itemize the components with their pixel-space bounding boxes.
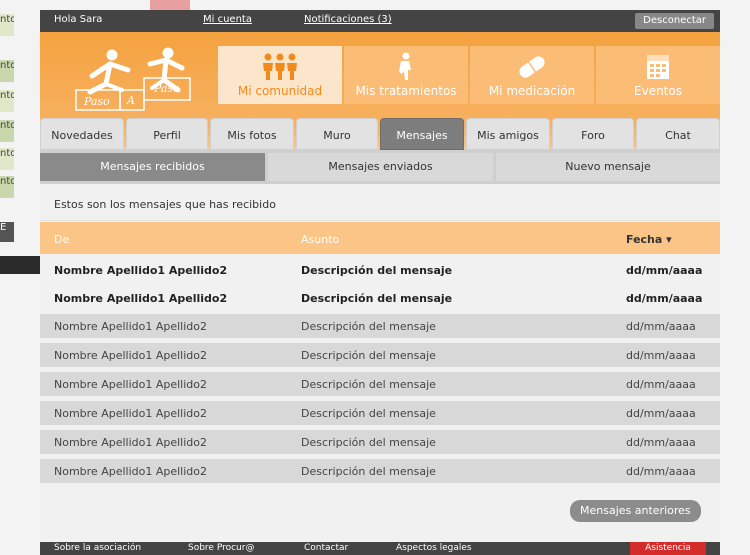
row-subject: Descripción del mensaje xyxy=(301,349,436,362)
column-header-from[interactable]: De xyxy=(54,233,69,246)
subtab-nuevo-mensaje[interactable]: Nuevo mensaje xyxy=(496,153,720,181)
row-from: Nombre Apellido1 Apellido2 xyxy=(54,378,208,391)
row-from: Nombre Apellido1 Apellido2 xyxy=(54,349,208,362)
tab-mensajes[interactable]: Mensajes xyxy=(380,118,464,150)
tab-perfil[interactable]: Perfil xyxy=(126,118,208,150)
row-date: dd/mm/aaaa xyxy=(626,349,696,362)
section-mi-comunidad[interactable]: Mi comunidad xyxy=(218,46,342,104)
inbox-intro: Estos son los mensajes que has recibido xyxy=(54,198,276,211)
row-date: dd/mm/aaaa xyxy=(626,436,696,449)
table-row[interactable]: Nombre Apellido1 Apellido2 Descripción d… xyxy=(40,430,720,454)
section-label: Eventos xyxy=(634,84,682,98)
row-date: dd/mm/aaaa xyxy=(626,465,696,478)
logo-word-3: Paso xyxy=(153,82,180,95)
logo-graphic: Paso A Paso xyxy=(75,47,191,111)
section-label: Mi medicación xyxy=(488,84,576,98)
row-date: dd/mm/aaaa xyxy=(626,292,703,305)
message-subtabs: Mensajes recibidos Mensajes enviados Nue… xyxy=(40,150,720,184)
table-row[interactable]: Nombre Apellido1 Apellido2 Descripción d… xyxy=(40,286,720,310)
table-row[interactable]: Nombre Apellido1 Apellido2 Descripción d… xyxy=(40,343,720,367)
row-from: Nombre Apellido1 Apellido2 xyxy=(54,320,208,333)
older-messages-button[interactable]: Mensajes anteriores xyxy=(570,500,701,522)
section-eventos[interactable]: Eventos xyxy=(596,46,720,104)
assistance-button[interactable]: Asistencia xyxy=(630,542,706,555)
footer: Sobre la asociación Sobre Procur@ Contac… xyxy=(40,542,720,555)
pill-icon xyxy=(519,56,545,78)
tab-chat[interactable]: Chat xyxy=(636,118,720,150)
section-mis-tratamientos[interactable]: Mis tratamientos xyxy=(344,46,468,104)
background-row: nto xyxy=(0,120,14,142)
tab-novedades[interactable]: Novedades xyxy=(40,118,124,150)
row-subject: Descripción del mensaje xyxy=(301,436,436,449)
inbox-content: Estos son los mensajes que has recibido … xyxy=(40,184,720,542)
row-date: dd/mm/aaaa xyxy=(626,378,696,391)
column-header-date-sort[interactable]: Fecha ▾ xyxy=(626,233,672,246)
site-logo[interactable]: Paso A Paso xyxy=(70,46,210,126)
tab-mis-amigos[interactable]: Mis amigos xyxy=(466,118,550,150)
tab-foro[interactable]: Foro xyxy=(552,118,634,150)
table-row[interactable]: Nombre Apellido1 Apellido2 Descripción d… xyxy=(40,314,720,338)
row-date: dd/mm/aaaa xyxy=(626,407,696,420)
tab-mis-fotos[interactable]: Mis fotos xyxy=(210,118,294,150)
row-subject: Descripción del mensaje xyxy=(301,465,436,478)
background-row: nto xyxy=(0,60,14,82)
row-date: dd/mm/aaaa xyxy=(626,264,703,277)
treatment-figure-icon xyxy=(399,52,411,80)
section-label: Mis tratamientos xyxy=(355,84,457,98)
table-row[interactable]: Nombre Apellido1 Apellido2 Descripción d… xyxy=(40,258,720,282)
top-bar: Hola Sara Mi cuenta Notificaciones (3) D… xyxy=(40,10,720,32)
notifications-link[interactable]: Notificaciones (3) xyxy=(304,14,392,25)
section-mi-medicacion[interactable]: Mi medicación xyxy=(470,46,594,104)
row-subject: Descripción del mensaje xyxy=(301,407,436,420)
calendar-icon xyxy=(647,55,669,79)
logo-word-2: A xyxy=(126,94,135,107)
subtab-mensajes-enviados[interactable]: Mensajes enviados xyxy=(268,153,493,181)
row-from: Nombre Apellido1 Apellido2 xyxy=(54,436,208,449)
row-from: Nombre Apellido1 Apellido2 xyxy=(54,465,208,478)
table-row[interactable]: Nombre Apellido1 Apellido2 Descripción d… xyxy=(40,401,720,425)
background-row: nto xyxy=(0,14,14,36)
table-row[interactable]: Nombre Apellido1 Apellido2 Descripción d… xyxy=(40,459,720,483)
main-tabs: Novedades Perfil Mis fotos Muro Mensajes… xyxy=(40,118,720,150)
subtab-mensajes-recibidos[interactable]: Mensajes recibidos xyxy=(40,153,265,181)
row-from: Nombre Apellido1 Apellido2 xyxy=(54,292,228,305)
background-row: nto xyxy=(0,148,14,170)
row-subject: Descripción del mensaje xyxy=(301,378,436,391)
table-row[interactable]: Nombre Apellido1 Apellido2 Descripción d… xyxy=(40,372,720,396)
background-dark-row: E xyxy=(0,222,14,242)
footer-link-legal[interactable]: Aspectos legales xyxy=(396,543,472,553)
row-subject: Descripción del mensaje xyxy=(301,264,453,277)
table-header: De Asunto Fecha ▾ xyxy=(40,222,720,254)
main-panel: Paso A Paso Mi comunidad Mis tratamiento… xyxy=(40,32,720,542)
row-from: Nombre Apellido1 Apellido2 xyxy=(54,407,208,420)
row-subject: Descripción del mensaje xyxy=(301,320,436,333)
footer-link-association[interactable]: Sobre la asociación xyxy=(54,543,141,553)
logo-word-1: Paso xyxy=(83,95,110,108)
footer-link-contact[interactable]: Contactar xyxy=(304,543,348,553)
community-icon xyxy=(263,53,297,80)
footer-link-procura[interactable]: Sobre Procur@ xyxy=(188,543,254,553)
account-link[interactable]: Mi cuenta xyxy=(203,14,252,25)
row-from: Nombre Apellido1 Apellido2 xyxy=(54,264,228,277)
background-row: nto xyxy=(0,90,14,112)
column-header-subject[interactable]: Asunto xyxy=(301,233,339,246)
section-label: Mi comunidad xyxy=(237,84,323,98)
logout-button[interactable]: Desconectar xyxy=(635,13,714,29)
divider xyxy=(40,220,720,221)
tab-muro[interactable]: Muro xyxy=(296,118,378,150)
background-row: nto xyxy=(0,176,14,198)
greeting: Hola Sara xyxy=(54,14,103,25)
row-date: dd/mm/aaaa xyxy=(626,320,696,333)
row-subject: Descripción del mensaje xyxy=(301,292,453,305)
